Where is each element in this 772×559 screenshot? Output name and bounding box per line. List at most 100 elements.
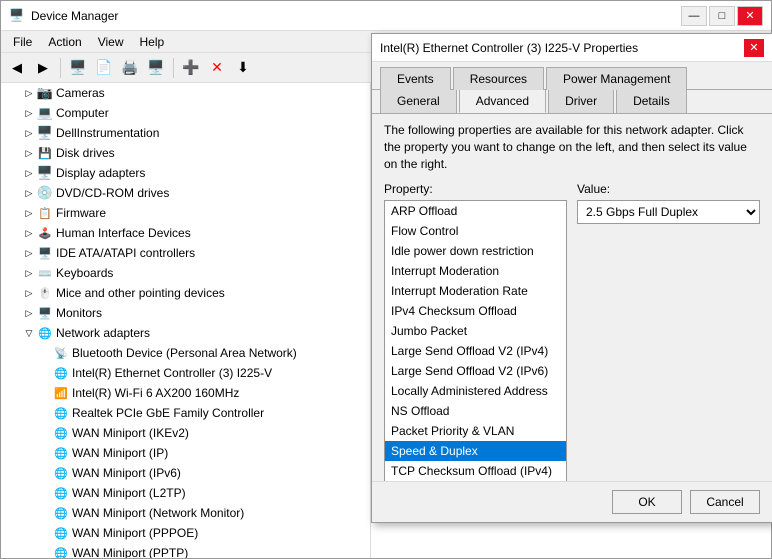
maximize-button[interactable]: □ — [709, 6, 735, 26]
tree-item-wan-l2tp[interactable]: ▷ 🌐 WAN Miniport (L2TP) — [1, 483, 370, 503]
bluetooth-icon: 📡 — [53, 345, 69, 361]
tree-item-dell[interactable]: ▷ 🖥️ DellInstrumentation — [1, 123, 370, 143]
expand-dell[interactable]: ▷ — [21, 125, 37, 141]
tab-power-management[interactable]: Power Management — [546, 83, 687, 90]
refresh-button[interactable]: 🖨️ — [118, 56, 142, 80]
expand-display[interactable]: ▷ — [21, 165, 37, 181]
expand-disk[interactable]: ▷ — [21, 145, 37, 161]
tree-item-network[interactable]: ▽ 🌐 Network adapters — [1, 323, 370, 343]
network-button[interactable]: 🖥️ — [144, 56, 168, 80]
prop-item[interactable]: ARP Offload — [385, 201, 566, 221]
bluetooth-label: Bluetooth Device (Personal Area Network) — [72, 346, 297, 360]
dialog-columns: Property: ARP OffloadFlow ControlIdle po… — [384, 182, 760, 481]
computer-button[interactable]: 🖥️ — [66, 56, 90, 80]
menu-view[interactable]: View — [90, 33, 132, 51]
window-icon: 🖥️ — [9, 8, 25, 24]
tree-item-realtek[interactable]: ▷ 🌐 Realtek PCIe GbE Family Controller — [1, 403, 370, 423]
back-button[interactable]: ◀ — [5, 56, 29, 80]
remove-button[interactable]: ✕ — [205, 56, 229, 80]
tree-item-cameras[interactable]: ▷ 📷 Cameras — [1, 83, 370, 103]
tree-item-ide[interactable]: ▷ 🖥️ IDE ATA/ATAPI controllers — [1, 243, 370, 263]
expand-hid[interactable]: ▷ — [21, 225, 37, 241]
tree-item-keyboards[interactable]: ▷ ⌨️ Keyboards — [1, 263, 370, 283]
tree-item-disk[interactable]: ▷ 💾 Disk drives — [1, 143, 370, 163]
tree-item-monitors[interactable]: ▷ 🖥️ Monitors — [1, 303, 370, 323]
tree-item-wan-ip[interactable]: ▷ 🌐 WAN Miniport (IP) — [1, 443, 370, 463]
tree-item-computer[interactable]: ▷ 💻 Computer — [1, 103, 370, 123]
prop-item[interactable]: Idle power down restriction — [385, 241, 566, 261]
tree-item-hid[interactable]: ▷ 🕹️ Human Interface Devices — [1, 223, 370, 243]
tab-general[interactable]: General — [380, 90, 457, 113]
prop-item[interactable]: IPv4 Checksum Offload — [385, 301, 566, 321]
tab-resources[interactable]: Resources — [453, 83, 544, 90]
tree-item-intel-eth[interactable]: ▷ 🌐 Intel(R) Ethernet Controller (3) I22… — [1, 363, 370, 383]
menu-help[interactable]: Help — [132, 33, 173, 51]
mice-label: Mice and other pointing devices — [56, 286, 225, 300]
tree-item-wan-ipv6[interactable]: ▷ 🌐 WAN Miniport (IPv6) — [1, 463, 370, 483]
tab-advanced[interactable]: Advanced — [459, 90, 546, 113]
ide-label: IDE ATA/ATAPI controllers — [56, 246, 195, 260]
prop-item[interactable]: Packet Priority & VLAN — [385, 421, 566, 441]
tree-item-wan-pppoe[interactable]: ▷ 🌐 WAN Miniport (PPPOE) — [1, 523, 370, 543]
expand-ide[interactable]: ▷ — [21, 245, 37, 261]
wan-ikev2-icon: 🌐 — [53, 425, 69, 441]
properties-button[interactable]: 📄 — [92, 56, 116, 80]
expand-network[interactable]: ▽ — [21, 325, 37, 341]
ok-button[interactable]: OK — [612, 490, 682, 514]
expand-computer[interactable]: ▷ — [21, 105, 37, 121]
prop-item[interactable]: Jumbo Packet — [385, 321, 566, 341]
tree-item-wan-netmon[interactable]: ▷ 🌐 WAN Miniport (Network Monitor) — [1, 503, 370, 523]
property-list[interactable]: ARP OffloadFlow ControlIdle power down r… — [384, 200, 567, 481]
intel-eth-icon: 🌐 — [53, 365, 69, 381]
tree-item-firmware[interactable]: ▷ 📋 Firmware — [1, 203, 370, 223]
tab-details[interactable]: Details — [616, 90, 687, 113]
monitors-icon: 🖥️ — [37, 305, 53, 321]
value-select[interactable]: 2.5 Gbps Full Duplex — [577, 200, 760, 224]
display-icon: 🖥️ — [37, 165, 53, 181]
expand-cameras[interactable]: ▷ — [21, 85, 37, 101]
ide-icon: 🖥️ — [37, 245, 53, 261]
prop-item[interactable]: TCP Checksum Offload (IPv4) — [385, 461, 566, 481]
minimize-button[interactable]: — — [681, 6, 707, 26]
tree-item-mice[interactable]: ▷ 🖱️ Mice and other pointing devices — [1, 283, 370, 303]
window-title: Device Manager — [31, 9, 118, 23]
expand-mice[interactable]: ▷ — [21, 285, 37, 301]
expand-firmware[interactable]: ▷ — [21, 205, 37, 221]
tab-events[interactable]: Events — [380, 83, 451, 90]
tree-item-wan-ikev2[interactable]: ▷ 🌐 WAN Miniport (IKEv2) — [1, 423, 370, 443]
close-button[interactable]: ✕ — [737, 6, 763, 26]
dvd-icon: 💿 — [37, 185, 53, 201]
wan-pptp-label: WAN Miniport (PPTP) — [72, 546, 188, 558]
tab-driver[interactable]: Driver — [548, 90, 614, 113]
prop-item[interactable]: Interrupt Moderation — [385, 261, 566, 281]
prop-item[interactable]: Large Send Offload V2 (IPv4) — [385, 341, 566, 361]
prop-item[interactable]: Large Send Offload V2 (IPv6) — [385, 361, 566, 381]
forward-button[interactable]: ▶ — [31, 56, 55, 80]
realtek-icon: 🌐 — [53, 405, 69, 421]
intel-wifi-label: Intel(R) Wi-Fi 6 AX200 160MHz — [72, 386, 239, 400]
prop-item[interactable]: Flow Control — [385, 221, 566, 241]
wan-netmon-icon: 🌐 — [53, 505, 69, 521]
tree-item-display[interactable]: ▷ 🖥️ Display adapters — [1, 163, 370, 183]
update-button[interactable]: ⬇ — [231, 56, 255, 80]
prop-item[interactable]: Interrupt Moderation Rate — [385, 281, 566, 301]
prop-item[interactable]: Speed & Duplex — [385, 441, 566, 461]
cancel-button[interactable]: Cancel — [690, 490, 760, 514]
tree-item-bluetooth[interactable]: ▷ 📡 Bluetooth Device (Personal Area Netw… — [1, 343, 370, 363]
add-button[interactable]: ➕ — [179, 56, 203, 80]
hid-icon: 🕹️ — [37, 225, 53, 241]
menu-action[interactable]: Action — [40, 33, 89, 51]
prop-item[interactable]: NS Offload — [385, 401, 566, 421]
expand-dvd[interactable]: ▷ — [21, 185, 37, 201]
expand-monitors[interactable]: ▷ — [21, 305, 37, 321]
tree-item-dvd[interactable]: ▷ 💿 DVD/CD-ROM drives — [1, 183, 370, 203]
cameras-label: Cameras — [56, 86, 105, 100]
disk-label: Disk drives — [56, 146, 115, 160]
tree-item-intel-wifi[interactable]: ▷ 📶 Intel(R) Wi-Fi 6 AX200 160MHz — [1, 383, 370, 403]
expand-keyboards[interactable]: ▷ — [21, 265, 37, 281]
menu-file[interactable]: File — [5, 33, 40, 51]
prop-item[interactable]: Locally Administered Address — [385, 381, 566, 401]
tree-item-wan-pptp[interactable]: ▷ 🌐 WAN Miniport (PPTP) — [1, 543, 370, 558]
network-icon: 🌐 — [37, 325, 53, 341]
realtek-label: Realtek PCIe GbE Family Controller — [72, 406, 264, 420]
